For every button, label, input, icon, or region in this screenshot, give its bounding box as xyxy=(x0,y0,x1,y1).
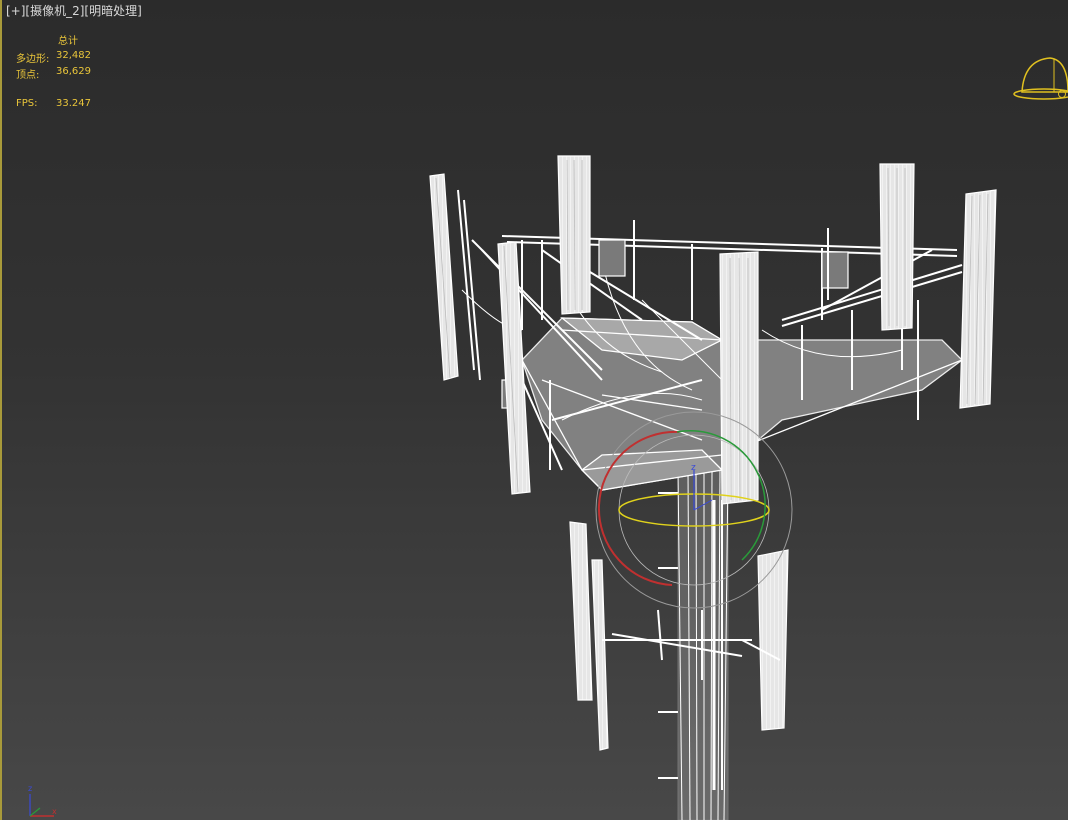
tower-model-wireframe[interactable]: z xyxy=(2,0,1068,820)
axis-y-line xyxy=(29,807,41,817)
axis-z-label: z xyxy=(28,784,32,793)
viewcube-home-icon[interactable] xyxy=(1010,50,1068,110)
gizmo-axis-label: z xyxy=(691,463,696,473)
3d-viewport[interactable]: [+][摄像机_2][明暗处理] 总计 多边形: 32,482 顶点: 36,6… xyxy=(0,0,1068,820)
world-axis-tripod: z x xyxy=(28,784,57,817)
axis-x-label: x xyxy=(52,807,57,816)
